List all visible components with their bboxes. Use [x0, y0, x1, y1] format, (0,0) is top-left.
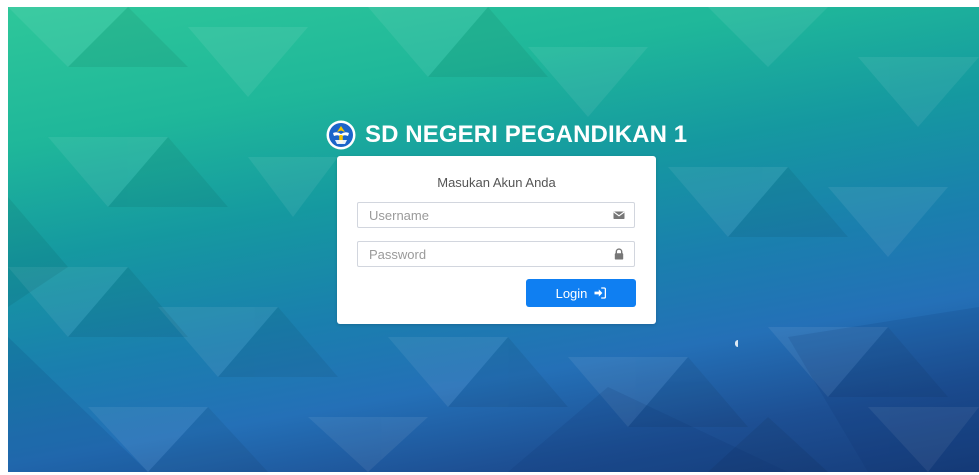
login-page: SD NEGERI PEGANDIKAN 1 Masukan Akun Anda… [8, 7, 979, 472]
tut-wuri-handayani-logo [326, 120, 356, 150]
brand-header: SD NEGERI PEGANDIKAN 1 [326, 115, 687, 155]
envelope-icon [613, 211, 625, 219]
username-field [357, 202, 635, 228]
lock-icon [614, 248, 624, 260]
sign-in-icon [594, 287, 607, 299]
login-button[interactable]: Login [526, 279, 636, 307]
login-card: Masukan Akun Anda Login [337, 156, 656, 324]
loading-indicator [735, 340, 738, 347]
school-name: SD NEGERI PEGANDIKAN 1 [365, 121, 688, 148]
login-button-label: Login [555, 285, 588, 301]
password-field [357, 241, 635, 267]
login-prompt: Masukan Akun Anda [437, 175, 556, 190]
username-input[interactable] [358, 203, 604, 227]
password-input[interactable] [358, 242, 604, 266]
